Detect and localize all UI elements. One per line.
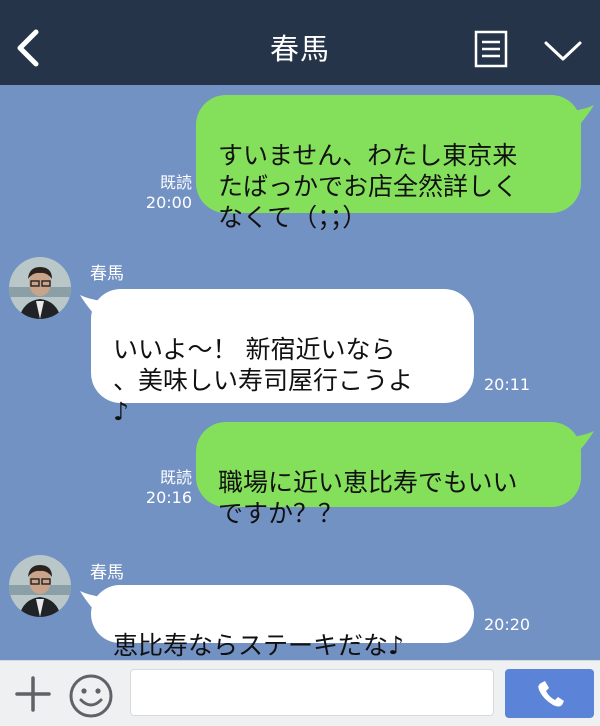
read-receipt: 既読	[159, 468, 192, 487]
plus-icon[interactable]	[14, 675, 52, 713]
received-message-bubble[interactable]: いいよ〜！ 新宿近いなら 、美味しい寿司屋行こうよ ♪	[91, 289, 474, 426]
call-button[interactable]	[505, 669, 594, 718]
message-time: 20:20	[484, 615, 531, 634]
message-meta: 既読 20:16	[140, 468, 192, 508]
message-time: 20:11	[484, 375, 531, 394]
message-input[interactable]	[130, 669, 494, 716]
message-text: 職場に近い恵比寿でもいい ですか？？	[218, 468, 518, 528]
message-list[interactable]: 既読 20:00 すいません、わたし東京来 たばっかでお店全然詳しく なくて（；…	[0, 85, 600, 660]
sent-message-bubble[interactable]: すいません、わたし東京来 たばっかでお店全然詳しく なくて（；；）	[196, 95, 581, 232]
sender-name: 春馬	[90, 264, 124, 284]
smiley-icon[interactable]	[68, 673, 114, 719]
chat-header: 春馬	[0, 0, 600, 85]
input-bar	[0, 660, 600, 726]
message-text: すいません、わたし東京来 たばっかでお店全然詳しく なくて（；；）	[218, 141, 519, 232]
message-time: 20:16	[145, 488, 192, 507]
avatar-image	[9, 257, 71, 319]
read-receipt: 既読	[159, 173, 192, 192]
avatar[interactable]	[9, 257, 71, 319]
bubble-tail	[572, 431, 594, 455]
chat-title: 春馬	[269, 32, 330, 66]
sender-name: 春馬	[90, 563, 124, 583]
phone-icon	[538, 681, 564, 707]
message-time: 20:00	[145, 193, 192, 212]
note-icon[interactable]	[473, 30, 509, 68]
bubble-tail	[572, 105, 594, 129]
avatar[interactable]	[9, 555, 71, 617]
avatar-image	[9, 555, 71, 617]
chevron-down-icon[interactable]	[543, 38, 583, 64]
message-text: いいよ〜！ 新宿近いなら 、美味しい寿司屋行こうよ ♪	[113, 335, 414, 426]
received-message-bubble[interactable]: 恵比寿ならステーキだな♪	[91, 585, 474, 660]
message-text: 恵比寿ならステーキだな♪	[113, 631, 404, 660]
message-meta: 既読 20:00	[140, 173, 192, 213]
sent-message-bubble[interactable]: 職場に近い恵比寿でもいい ですか？？	[196, 422, 581, 528]
